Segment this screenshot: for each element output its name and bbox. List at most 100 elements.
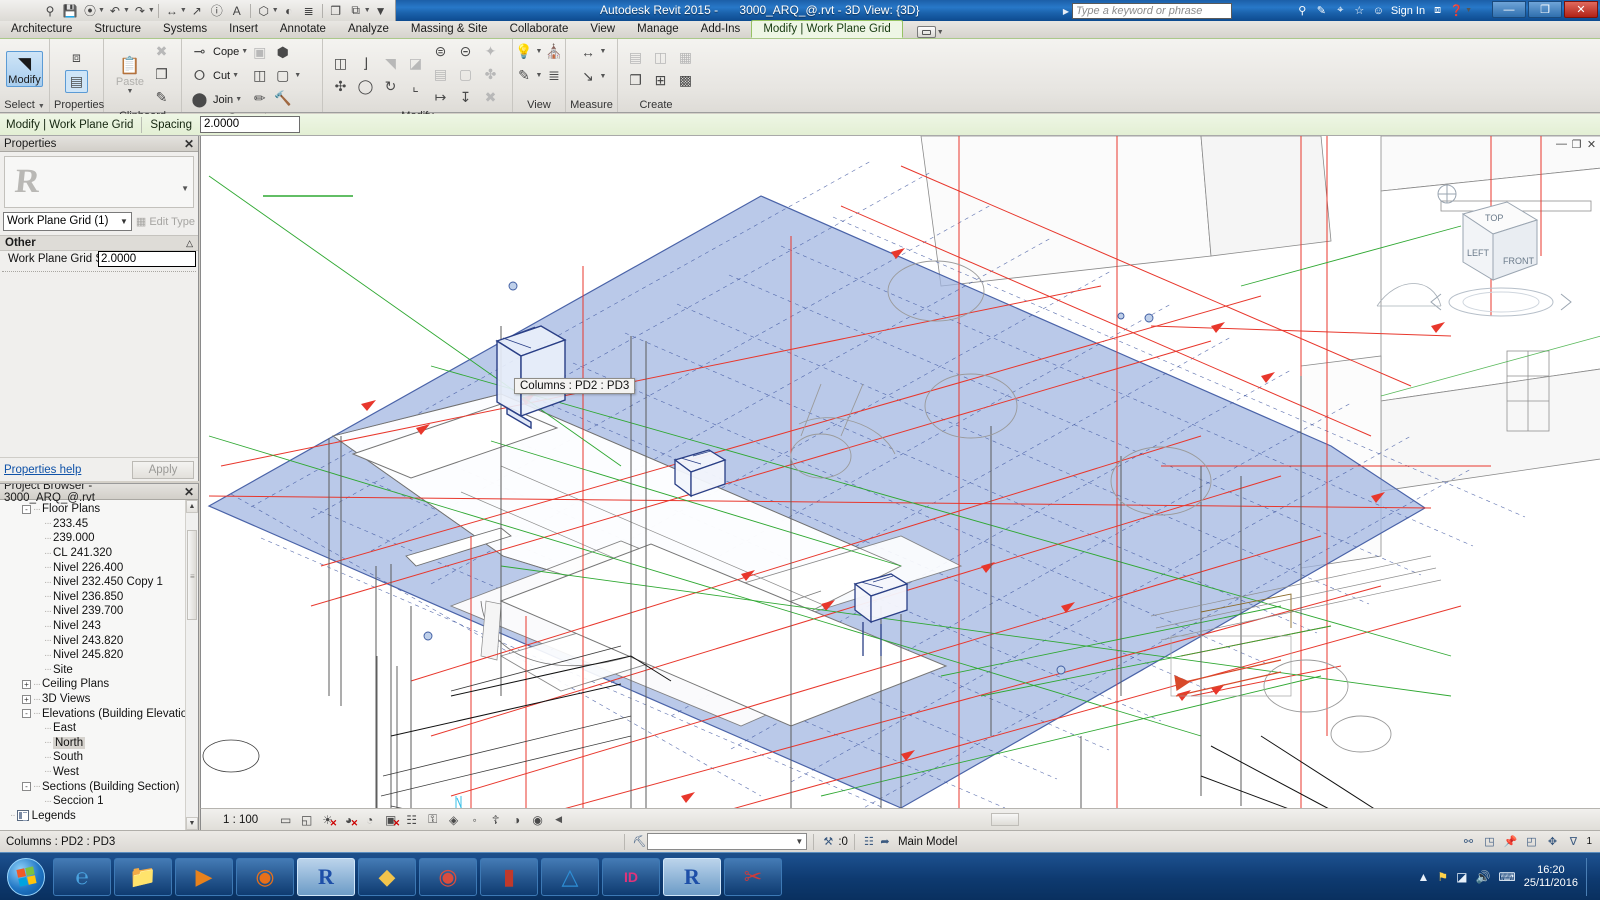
create-group-icon[interactable]: ❐	[624, 69, 647, 92]
tree-node-seccion-1[interactable]: ··· Seccion 1	[0, 794, 198, 809]
workset-combo[interactable]: ▼	[647, 833, 808, 850]
sign-in-label[interactable]: Sign In	[1391, 5, 1425, 17]
array-icon[interactable]: ▤	[429, 63, 452, 86]
scroll-left-icon[interactable]: ◀	[555, 814, 562, 825]
select-underlay-icon[interactable]: ◳	[1481, 834, 1497, 850]
constraints-icon[interactable]: ◉	[530, 812, 545, 827]
close-icon[interactable]: ✕	[184, 137, 194, 151]
tab-structure[interactable]: Structure	[83, 20, 152, 38]
visibility-graphics-icon[interactable]: 💡	[513, 40, 536, 63]
measure-along-caret-icon[interactable]: ▼	[600, 73, 607, 80]
communication-center-icon[interactable]: ⌖	[1332, 2, 1349, 19]
split-face-icon[interactable]: ◫	[248, 64, 271, 87]
join-geometry-label[interactable]: Join	[211, 94, 235, 106]
rendering-dialog-icon[interactable]: ◔	[362, 812, 377, 827]
join-geometry-caret-icon[interactable]: ▼	[235, 96, 242, 103]
close-button[interactable]: ✕	[1564, 1, 1598, 18]
sync-with-central-icon[interactable]: ⦿	[81, 2, 99, 20]
cut-geometry-caret-icon[interactable]: ▼	[232, 72, 239, 79]
view-close-button[interactable]: ✕	[1586, 138, 1597, 151]
paint-view-caret-icon[interactable]: ▼	[536, 72, 543, 79]
panel-select-label[interactable]: Select ▼	[4, 99, 45, 112]
trim-single-icon[interactable]: ↦	[429, 86, 452, 109]
create-part-icon[interactable]: ▤	[624, 46, 647, 69]
sync-caret-icon[interactable]: ▼	[98, 7, 105, 14]
project-browser-tree[interactable]: - ··· Floor Plans ··· 233.45 ··· 239.000…	[0, 500, 198, 830]
tab-view[interactable]: View	[579, 20, 626, 38]
type-selector-dropdown[interactable]: Work Plane Grid (1) ▼	[3, 212, 132, 231]
create-assembly-icon[interactable]: ◫	[649, 46, 672, 69]
collapse-toggle-icon[interactable]: -	[22, 782, 31, 792]
tree-node-ceiling-plans[interactable]: + ··· Ceiling Plans	[0, 677, 198, 692]
measure-between-caret-icon[interactable]: ▼	[600, 48, 607, 55]
chevron-down-icon[interactable]: ▼	[120, 213, 128, 230]
horizontal-scrollbar-thumb[interactable]	[991, 813, 1019, 826]
paint-icon[interactable]: ✎	[513, 64, 536, 87]
reveal-hidden-elements-icon[interactable]: ◦	[467, 812, 482, 827]
pin-icon[interactable]: ✦	[479, 40, 502, 63]
tab-systems[interactable]: Systems	[152, 20, 218, 38]
tab-collaborate[interactable]: Collaborate	[499, 20, 580, 38]
expand-toggle-icon[interactable]: +	[22, 694, 31, 704]
property-value-input[interactable]: 2.0000	[98, 251, 196, 267]
paste-button[interactable]: 📋 Paste ▼	[110, 54, 150, 95]
properties-palette-icon[interactable]: ▤	[65, 69, 88, 93]
drawing-area[interactable]: TOP LEFT FRONT — ❐ ✕ Columns : PD2: PD3	[200, 136, 1600, 830]
start-button[interactable]	[2, 855, 50, 899]
collapse-toggle-icon[interactable]: -	[22, 504, 31, 514]
paint-split-icon[interactable]: ▢	[271, 64, 294, 87]
override-graphics-icon[interactable]: ≣	[542, 64, 565, 87]
edit-group-icon[interactable]: ▦	[674, 46, 697, 69]
tree-node-east[interactable]: ··· East	[0, 721, 198, 736]
tab-architecture[interactable]: Architecture	[0, 20, 83, 38]
view-minimize-button[interactable]: —	[1556, 138, 1567, 151]
filter-icon[interactable]: ∇	[1565, 834, 1581, 850]
measure-icon[interactable]: ↔	[163, 2, 181, 20]
taskbar-folder[interactable]: ◆	[358, 857, 416, 896]
collapse-group-icon[interactable]: △	[186, 238, 193, 249]
detail-level-icon[interactable]: ▭	[278, 812, 293, 827]
tray-volume-icon[interactable]: 🔊	[1475, 870, 1490, 884]
modify-button[interactable]: ◥ Modify	[6, 51, 43, 87]
show-desktop-button[interactable]	[1586, 857, 1592, 896]
demolish-hammer-icon[interactable]: 🔨	[271, 87, 294, 110]
select-pinned-icon[interactable]: 📌	[1502, 834, 1518, 850]
default-3d-view-icon[interactable]: ⬡	[255, 2, 273, 20]
rotate-icon[interactable]: ↻	[379, 75, 402, 98]
switch-windows-icon[interactable]: ⧉	[347, 2, 365, 20]
ribbon-minimize-icon[interactable]	[916, 26, 936, 38]
exchange-apps-icon[interactable]: ⧈	[1429, 2, 1446, 19]
tree-node-239-000[interactable]: ··· 239.000	[0, 531, 198, 546]
view-scale-label[interactable]: 1 : 100	[223, 814, 258, 826]
tree-node-nivel-243[interactable]: ··· Nivel 243	[0, 619, 198, 634]
mirror-pick-axis-icon[interactable]: ◥	[379, 52, 402, 75]
visibility-caret-icon[interactable]: ▼	[536, 48, 543, 55]
chevron-down-icon[interactable]: ▼	[795, 837, 803, 846]
crop-region-hidden-icon[interactable]: ☷	[404, 812, 419, 827]
tab-manage[interactable]: Manage	[626, 20, 690, 38]
account-icon[interactable]: ☺	[1370, 2, 1387, 19]
undo-icon[interactable]: ↶	[106, 2, 124, 20]
tree-node-cl-241-320[interactable]: ··· CL 241.320	[0, 546, 198, 561]
taskbar-autodesk-app[interactable]: △	[541, 857, 599, 896]
tray-show-hidden-icon[interactable]: ▲	[1417, 870, 1429, 884]
ribbon-options-caret-icon[interactable]: ▼	[937, 29, 944, 36]
tray-action-center-icon[interactable]: ⚑	[1437, 870, 1448, 884]
taskbar-revit-b[interactable]: R	[663, 857, 721, 896]
restore-button[interactable]: ❐	[1528, 1, 1562, 18]
tree-node-nivel-243-820[interactable]: ··· Nivel 243.820	[0, 633, 198, 648]
3d-model-view[interactable]: TOP LEFT FRONT	[201, 136, 1600, 830]
select-links-icon[interactable]: ⚯	[1460, 834, 1476, 850]
render-icon[interactable]: ⛪	[542, 40, 565, 63]
split-with-gap-icon[interactable]: ⊜	[429, 40, 452, 63]
cut-geometry-label[interactable]: Cut	[211, 70, 232, 82]
taskbar-windows-explorer[interactable]: 📁	[114, 857, 172, 896]
align-icon[interactable]: ◫	[329, 52, 352, 75]
measure-caret-icon[interactable]: ▼	[180, 7, 187, 14]
help-icon[interactable]: ❓	[1448, 2, 1465, 19]
design-option-label[interactable]: Main Model	[898, 836, 957, 848]
select-by-face-icon[interactable]: ◰	[1523, 834, 1539, 850]
tree-node-nivel-236-850[interactable]: ··· Nivel 236.850	[0, 590, 198, 605]
trim-extend-icon[interactable]: ⌞	[404, 75, 427, 98]
copy-element-icon[interactable]: ◯	[354, 75, 377, 98]
